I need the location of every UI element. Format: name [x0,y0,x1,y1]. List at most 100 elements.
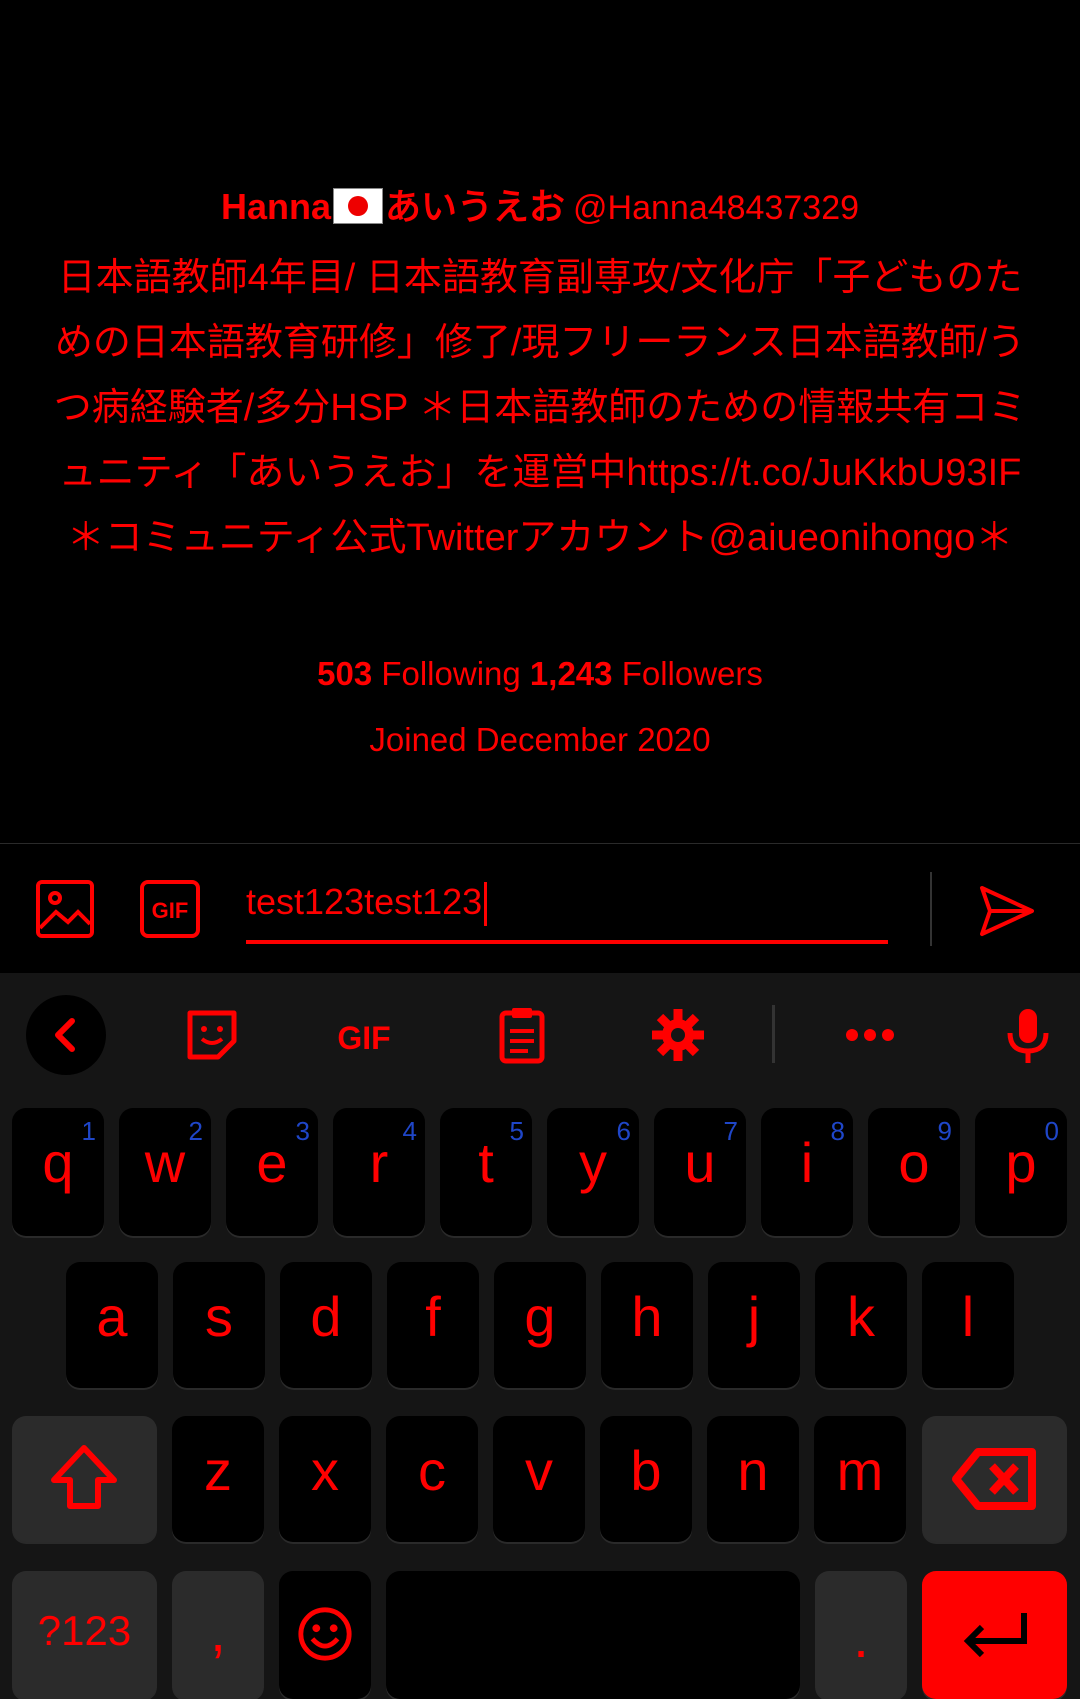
key-y[interactable]: y6 [547,1108,639,1236]
compose-divider [930,872,932,946]
key-number-hint: 8 [830,1116,845,1146]
profile-handle[interactable]: @Hanna48437329 [573,189,859,227]
joined-date: Joined December 2020 [369,721,711,758]
profile-name: Hanna [220,186,332,227]
key-g[interactable]: g [494,1262,586,1388]
key-z[interactable]: z [172,1416,264,1542]
key-number-hint: 3 [295,1116,310,1146]
key-number-hint: 5 [509,1116,524,1146]
gif-toolbar-icon[interactable]: GIF [330,1005,398,1065]
key-number-hint: 0 [1044,1116,1059,1146]
key-label: l [961,1285,975,1348]
clipboard-icon[interactable] [492,1005,552,1065]
key-r[interactable]: r4 [333,1108,425,1236]
svg-text:GIF: GIF [152,898,189,923]
key-f[interactable]: f [387,1262,479,1388]
key-label: k [847,1285,875,1348]
key-label: m [836,1439,884,1502]
key-o[interactable]: o9 [868,1108,960,1236]
input-underline [246,940,888,944]
profile-bio: 日本語教師4年目/ 日本語教育副専攻/文化庁「子どものための日本語教育研修」修了… [53,257,1027,559]
key-p[interactable]: p0 [975,1108,1067,1236]
japan-flag-icon [333,188,384,224]
keyboard: GIF q1w2e3r4t5y6u7i8o9p0 a s d f g h j k … [0,973,1080,1699]
key-n[interactable]: n [707,1416,799,1542]
message-compose-bar: GIF test123test123 [0,843,1080,974]
emoji-icon [298,1607,352,1661]
key-label: d [310,1285,342,1348]
key-q[interactable]: q1 [12,1108,104,1236]
key-m[interactable]: m [814,1416,906,1542]
backspace-key[interactable] [922,1416,1067,1542]
key-label: a [96,1285,128,1348]
gif-toolbar-label: GIF [337,1020,390,1056]
key-label: j [747,1285,761,1348]
key-label: s [205,1285,233,1348]
key-label: c [418,1439,446,1502]
symbols-key-label: ?123 [37,1607,132,1654]
period-key[interactable]: . [815,1571,907,1699]
back-button[interactable] [26,995,106,1075]
enter-key[interactable] [922,1571,1067,1699]
symbols-key[interactable]: ?123 [12,1571,157,1699]
key-label: n [737,1439,769,1502]
key-label: g [524,1285,556,1348]
key-number-hint: 2 [188,1116,203,1146]
image-icon[interactable] [36,880,94,938]
period-key-label: . [853,1606,869,1669]
keyboard-toolbar: GIF [0,973,1080,1083]
send-icon[interactable] [978,882,1036,940]
key-label: b [630,1439,662,1502]
key-number-hint: 6 [616,1116,631,1146]
key-e[interactable]: e3 [226,1108,318,1236]
key-d[interactable]: d [280,1262,372,1388]
followers-label[interactable]: Followers [622,655,763,692]
profile-section: Hanna あいうえお @Hanna48437329 日本語教師4年目/ 日本語教育… [0,0,1080,843]
key-label: v [525,1439,553,1502]
shift-key[interactable] [12,1416,157,1542]
sticker-icon[interactable] [182,1005,242,1065]
key-label: f [425,1285,441,1348]
mic-icon[interactable] [998,1005,1058,1065]
message-input[interactable]: test123test123 [246,874,886,930]
key-a[interactable]: a [66,1262,158,1388]
key-l[interactable]: l [922,1262,1014,1388]
key-label: z [204,1439,232,1502]
key-h[interactable]: h [601,1262,693,1388]
following-count[interactable]: 503 [317,655,372,692]
emoji-key[interactable] [279,1571,371,1699]
following-label[interactable]: Following [381,655,520,692]
key-c[interactable]: c [386,1416,478,1542]
text-caret [484,882,488,927]
key-u[interactable]: u7 [654,1108,746,1236]
message-input-value: test123test123 [246,881,483,922]
key-label: x [311,1439,339,1502]
key-label: h [631,1285,663,1348]
key-number-hint: 7 [723,1116,738,1146]
comma-key-label: , [210,1600,226,1663]
key-t[interactable]: t5 [440,1108,532,1236]
comma-key[interactable]: , [172,1571,264,1699]
key-w[interactable]: w2 [119,1108,211,1236]
profile-name-suffix: あいうえお [385,186,566,227]
back-icon [55,1018,75,1052]
key-number-hint: 4 [402,1116,417,1146]
key-s[interactable]: s [173,1262,265,1388]
gif-icon[interactable]: GIF [140,880,200,938]
backspace-icon [952,1448,1036,1510]
key-k[interactable]: k [815,1262,907,1388]
key-x[interactable]: x [279,1416,371,1542]
followers-count[interactable]: 1,243 [530,655,613,692]
key-number-hint: 9 [937,1116,952,1146]
space-key[interactable] [386,1571,800,1699]
shift-icon [51,1445,117,1509]
key-i[interactable]: i8 [761,1108,853,1236]
toolbar-divider [772,1005,775,1063]
more-icon[interactable] [840,1005,900,1065]
key-b[interactable]: b [600,1416,692,1542]
gear-icon[interactable] [648,1005,708,1065]
key-v[interactable]: v [493,1416,585,1542]
key-j[interactable]: j [708,1262,800,1388]
profile-name-line: Hanna あいうえお @Hanna48437329 [0,178,1080,230]
enter-icon [963,1613,1027,1658]
